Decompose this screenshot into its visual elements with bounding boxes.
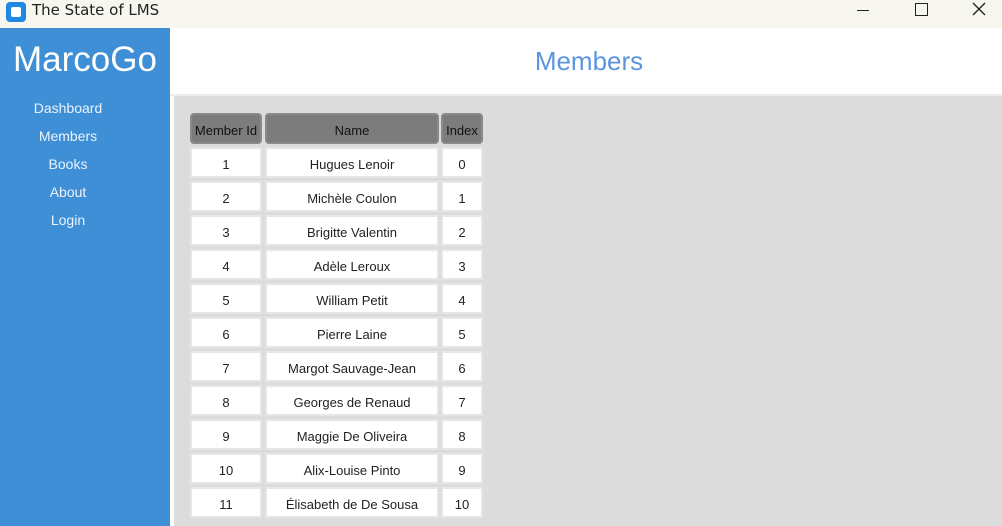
maximize-button[interactable] xyxy=(898,0,944,22)
sidebar-nav: Dashboard Members Books About Login xyxy=(0,98,136,238)
column-header-name[interactable]: Name xyxy=(265,113,439,144)
member-name-cell: Élisabeth de De Sousa xyxy=(265,487,439,518)
member-id-cell: 11 xyxy=(190,487,262,518)
member-name-cell: Alix-Louise Pinto xyxy=(265,453,439,484)
sidebar-item-login[interactable]: Login xyxy=(0,210,136,238)
member-index-cell: 8 xyxy=(441,419,483,450)
member-id-cell: 10 xyxy=(190,453,262,484)
member-id-cell: 6 xyxy=(190,317,262,348)
close-icon xyxy=(972,2,986,16)
sidebar: MarcoGo Dashboard Members Books About Lo… xyxy=(0,28,170,526)
member-name-cell: Brigitte Valentin xyxy=(265,215,439,246)
member-name-cell: Pierre Laine xyxy=(265,317,439,348)
member-index-cell: 1 xyxy=(441,181,483,212)
member-name-cell: Hugues Lenoir xyxy=(265,147,439,178)
member-id-cell: 4 xyxy=(190,249,262,280)
column-header-index[interactable]: Index xyxy=(441,113,483,144)
member-name-cell: Margot Sauvage-Jean xyxy=(265,351,439,382)
minimize-button[interactable] xyxy=(840,0,886,22)
member-index-cell: 10 xyxy=(441,487,483,518)
members-panel: Member Id Name Index 1 Hugues Lenoir 0 2 Mic… xyxy=(174,96,1002,526)
sidebar-item-dashboard[interactable]: Dashboard xyxy=(0,98,136,126)
member-index-cell: 2 xyxy=(441,215,483,246)
app-icon xyxy=(6,2,26,22)
sidebar-item-members[interactable]: Members xyxy=(0,126,136,154)
title-bar: The State of LMS xyxy=(0,0,1002,28)
member-index-cell: 9 xyxy=(441,453,483,484)
member-id-cell: 8 xyxy=(190,385,262,416)
member-name-cell: William Petit xyxy=(265,283,439,314)
sidebar-item-books[interactable]: Books xyxy=(0,154,136,182)
member-index-cell: 4 xyxy=(441,283,483,314)
member-name-cell: Michèle Coulon xyxy=(265,181,439,212)
member-id-cell: 9 xyxy=(190,419,262,450)
page-header: Members xyxy=(170,28,1002,94)
brand-logo: MarcoGo xyxy=(13,40,157,79)
member-index-cell: 0 xyxy=(441,147,483,178)
member-id-cell: 5 xyxy=(190,283,262,314)
member-index-cell: 5 xyxy=(441,317,483,348)
member-name-cell: Adèle Leroux xyxy=(265,249,439,280)
window-title: The State of LMS xyxy=(32,1,160,19)
sidebar-item-about[interactable]: About xyxy=(0,182,136,210)
member-name-cell: Georges de Renaud xyxy=(265,385,439,416)
member-id-cell: 7 xyxy=(190,351,262,382)
member-index-cell: 3 xyxy=(441,249,483,280)
member-id-cell: 3 xyxy=(190,215,262,246)
close-button[interactable] xyxy=(956,0,1002,22)
member-id-cell: 2 xyxy=(190,181,262,212)
page-title: Members xyxy=(534,46,644,76)
member-index-cell: 6 xyxy=(441,351,483,382)
column-header-member-id[interactable]: Member Id xyxy=(190,113,262,144)
member-name-cell: Maggie De Oliveira xyxy=(265,419,439,450)
member-index-cell: 7 xyxy=(441,385,483,416)
member-id-cell: 1 xyxy=(190,147,262,178)
